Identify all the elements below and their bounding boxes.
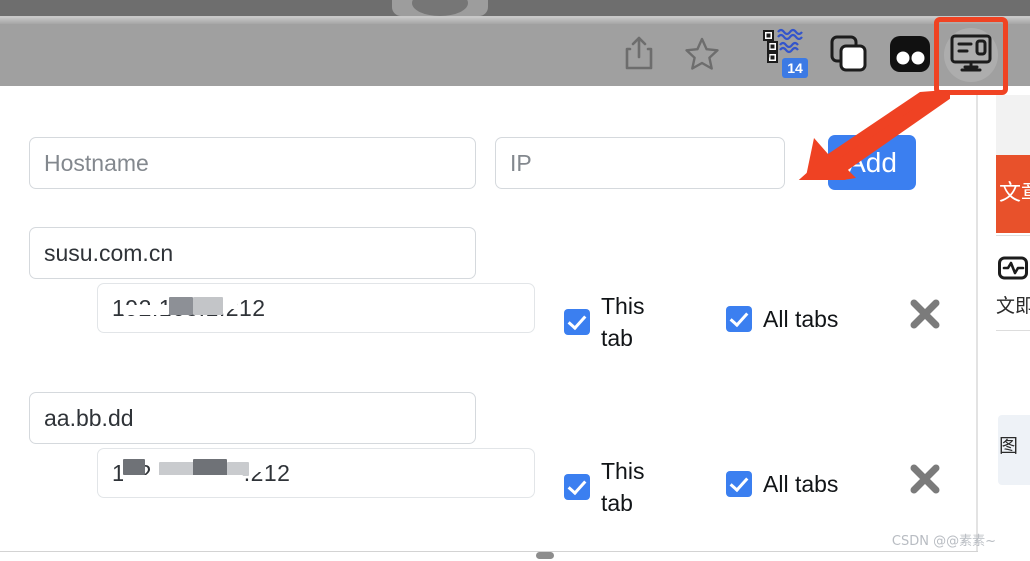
- all-tabs-label: All tabs: [763, 471, 839, 497]
- entry-ip-input[interactable]: 172.168.114.212: [97, 448, 535, 498]
- background-page-sliver: 文章 文即 图: [996, 95, 1030, 560]
- hostname-input[interactable]: [29, 137, 476, 189]
- watermark: CSDN @@素素~: [891, 534, 996, 549]
- this-tab-checkbox[interactable]: This tab: [564, 455, 684, 519]
- toolbar-bottom-edge: [0, 86, 1030, 95]
- extension-highlight-box: [934, 17, 1008, 95]
- close-x-icon[interactable]: [905, 294, 945, 334]
- duplicate-tabs-icon[interactable]: [828, 33, 870, 75]
- toolbar-highlight-edge: [0, 18, 1030, 24]
- checkbox-box[interactable]: [726, 306, 752, 332]
- redaction-block: [123, 475, 243, 485]
- browser-tab-strip: [0, 0, 1030, 16]
- background-divider: [996, 235, 1030, 236]
- add-mapping-row: Add: [0, 95, 978, 195]
- background-row-text: 文即: [996, 295, 1030, 317]
- this-tab-label: This tab: [601, 458, 645, 516]
- entry-hostname-input[interactable]: [29, 392, 476, 444]
- mapping-entry: 172.168.114.212 This tab All tabs: [0, 360, 978, 516]
- ip-input[interactable]: [495, 137, 785, 189]
- entry-hostname-input[interactable]: [29, 227, 476, 279]
- this-tab-checkbox[interactable]: This tab: [564, 290, 684, 354]
- background-card-text: 图: [999, 435, 1019, 457]
- browser-chrome: 14: [0, 0, 1030, 95]
- add-button[interactable]: Add: [828, 135, 916, 190]
- all-tabs-checkbox[interactable]: All tabs: [726, 303, 926, 335]
- redaction-block: [123, 459, 145, 475]
- popup-scrollbar-thumb[interactable]: [536, 552, 554, 559]
- redaction-block: [193, 297, 223, 315]
- redaction-block: [123, 305, 169, 315]
- background-page-header: [996, 95, 1030, 155]
- mapping-entry: 192.168.1.212 This tab All tabs: [0, 195, 978, 351]
- host-switcher-popup: Add 192.168.1.212 This tab All tabs: [0, 95, 978, 560]
- two-dots-icon[interactable]: [888, 33, 932, 75]
- browser-toolbar: [0, 16, 1030, 88]
- pulse-icon: [998, 255, 1030, 285]
- all-tabs-label: All tabs: [763, 306, 839, 332]
- redaction-block: [169, 297, 193, 315]
- share-icon[interactable]: [622, 33, 656, 73]
- entry-ip-input[interactable]: 192.168.1.212: [97, 283, 535, 333]
- checkbox-box[interactable]: [726, 471, 752, 497]
- all-tabs-checkbox[interactable]: All tabs: [726, 468, 926, 500]
- redaction-block: [249, 458, 265, 472]
- checkbox-box[interactable]: [564, 309, 590, 335]
- this-tab-label: This tab: [601, 293, 645, 351]
- background-divider-2: [996, 330, 1030, 331]
- close-x-icon[interactable]: [905, 459, 945, 499]
- checkbox-box[interactable]: [564, 474, 590, 500]
- redaction-block: [227, 462, 249, 476]
- bookmark-star-icon[interactable]: [684, 36, 720, 72]
- redaction-block: [193, 459, 227, 476]
- redaction-block: [223, 295, 237, 309]
- tab-count-badge: 14: [782, 58, 808, 78]
- background-banner: 文章: [996, 155, 1030, 233]
